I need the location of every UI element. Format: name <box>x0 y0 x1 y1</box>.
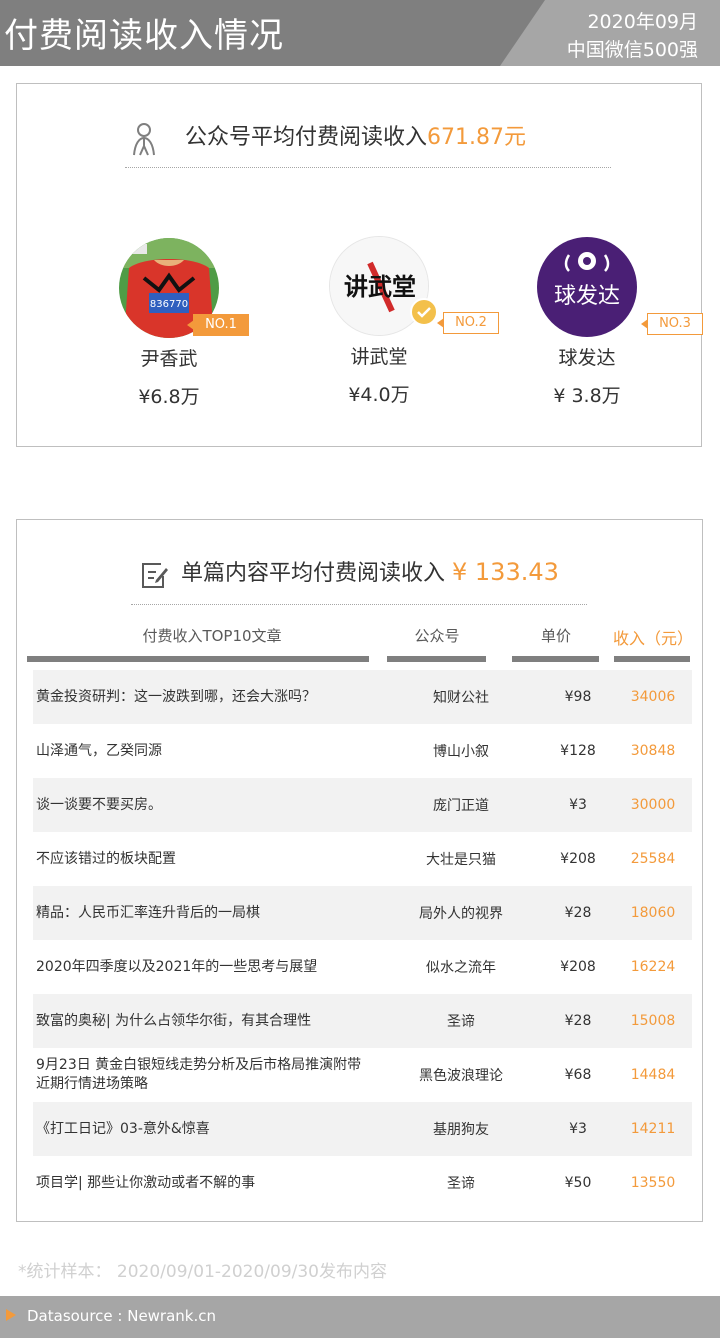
column-header-revenue: 收入（元） <box>613 629 694 648</box>
article-price: ¥50 <box>564 1175 592 1191</box>
article-ranking-heading: 单篇内容平均付费阅读收入 ¥ 133.43 <box>131 550 587 605</box>
article-price: ¥98 <box>564 689 592 705</box>
datasource-label: Datasource : Newrank.cn <box>27 1307 217 1325</box>
header-underline <box>387 656 486 662</box>
article-revenue: 30000 <box>630 797 676 813</box>
page-header: 付费阅读收入情况 2020年09月 中国微信500强 <box>0 0 720 66</box>
account-summary-heading: 公众号平均付费阅读收入671.87元 <box>125 114 611 168</box>
avatar-logo-text: 球发达 <box>554 284 620 309</box>
sample-note: *统计样本： 2020/09/01-2020/09/30发布内容 <box>18 1262 388 1282</box>
article-price: ¥28 <box>564 1013 592 1029</box>
top-account-2: 讲武堂 NO.2 讲武堂 ¥4.0万 <box>279 236 499 436</box>
header-underline <box>27 656 369 662</box>
verified-icon <box>410 298 438 326</box>
account-revenue: ¥4.0万 <box>348 384 410 406</box>
article-revenue: 15008 <box>630 1013 676 1029</box>
article-title: 2020年四季度以及2021年的一些思考与展望 <box>36 958 318 975</box>
account-summary-card: 公众号平均付费阅读收入671.87元 836770 NO.1 尹香武 ¥6.8万 <box>16 83 703 447</box>
account-revenue: ¥6.8万 <box>138 386 200 408</box>
account-name: 尹香武 <box>140 348 198 370</box>
article-ranking-card: 单篇内容平均付费阅读收入 ¥ 133.43 付费收入TOP10文章 公众号 单价… <box>16 519 703 1222</box>
article-revenue: 13550 <box>630 1175 676 1191</box>
avatar: 球发达 <box>537 237 637 337</box>
article-title: 谈一谈要不要买房。 <box>36 796 162 813</box>
table-row: 2020年四季度以及2021年的一些思考与展望 似水之流年 ¥208 16224 <box>33 940 692 994</box>
table-row: 《打工日记》03-意外&惊喜 基朋狗友 ¥3 14211 <box>33 1102 692 1156</box>
article-revenue: 14211 <box>630 1121 676 1137</box>
table-row: 不应该错过的板块配置 大壮是只猫 ¥208 25584 <box>33 832 692 886</box>
table-row: 谈一谈要不要买房。 庞门正道 ¥3 30000 <box>33 778 692 832</box>
article-title: 项目学| 那些让你激动或者不解的事 <box>36 1174 256 1191</box>
article-account: 局外人的视界 <box>419 906 503 922</box>
article-revenue: 16224 <box>630 959 676 975</box>
article-title: 不应该错过的板块配置 <box>36 850 176 867</box>
account-name: 球发达 <box>558 347 616 369</box>
bib-number: 836770 <box>150 299 188 310</box>
table-row: 山泽通气，乙癸同源 博山小叙 ¥128 30848 <box>33 724 692 778</box>
header-date: 2020年09月 <box>587 11 698 33</box>
article-avg-label: 单篇内容平均付费阅读收入 <box>181 561 446 586</box>
article-title: 黄金投资研判：这一波跌到哪，还会大涨吗？ <box>36 688 316 705</box>
account-avg-value: 671.87元 <box>427 125 526 150</box>
header-underline <box>512 656 599 662</box>
top-account-3: 球发达 NO.3 球发达 ¥ 3.8万 <box>487 237 703 437</box>
person-icon <box>133 123 155 156</box>
article-account: 圣谛 <box>447 1014 475 1030</box>
article-account: 博山小叙 <box>433 744 489 760</box>
column-header-title: 付费收入TOP10文章 <box>142 627 282 645</box>
article-account: 黑色波浪理论 <box>419 1068 503 1084</box>
header-subtitle: 中国微信500强 <box>566 39 698 61</box>
article-price: ¥208 <box>560 851 596 867</box>
article-price: ¥208 <box>560 959 596 975</box>
footer-bar: Datasource : Newrank.cn <box>0 1296 720 1338</box>
table-row: 黄金投资研判：这一波跌到哪，还会大涨吗？ 知财公社 ¥98 34006 <box>33 670 692 724</box>
account-name: 讲武堂 <box>350 346 408 368</box>
article-account: 知财公社 <box>433 690 489 706</box>
edit-icon <box>142 563 168 588</box>
article-account: 庞门正道 <box>433 798 489 814</box>
account-avg-title: 公众号平均付费阅读收入671.87元 <box>185 119 526 151</box>
column-header-price: 单价 <box>540 627 571 645</box>
article-account: 大壮是只猫 <box>426 852 496 868</box>
play-triangle-icon <box>6 1309 16 1321</box>
page-title: 付费阅读收入情况 <box>4 16 284 56</box>
article-account: 基朋狗友 <box>433 1122 489 1138</box>
account-avg-label: 公众号平均付费阅读收入 <box>185 125 428 150</box>
article-title: 《打工日记》03-意外&惊喜 <box>36 1120 210 1137</box>
table-row: 精品：人民币汇率连升背后的一局棋 局外人的视界 ¥28 18060 <box>33 886 692 940</box>
avatar-logo-text: 讲武堂 <box>344 273 416 301</box>
rank-badge: NO.3 <box>641 313 703 335</box>
table-row: 项目学| 那些让你激动或者不解的事 圣谛 ¥50 13550 <box>33 1156 692 1210</box>
article-title: 9月23日 黄金白银短线走势分析及后市格局推演附带近期行情进场策略 <box>36 1057 362 1092</box>
rank-badge: NO.1 <box>187 314 249 336</box>
header-underline <box>614 656 690 662</box>
account-revenue: ¥ 3.8万 <box>553 385 621 407</box>
table-row: 致富的奥秘| 为什么占领华尔街，有其合理性 圣谛 ¥28 15008 <box>33 994 692 1048</box>
article-title: 精品：人民币汇率连升背后的一局棋 <box>36 904 260 921</box>
article-revenue: 18060 <box>630 905 676 921</box>
table-row: 9月23日 黄金白银短线走势分析及后市格局推演附带近期行情进场策略 黑色波浪理论… <box>33 1048 692 1102</box>
article-avg-value: ¥ 133.43 <box>452 558 559 586</box>
article-title: 致富的奥秘| 为什么占领华尔街，有其合理性 <box>36 1012 312 1029</box>
article-revenue: 34006 <box>630 689 676 705</box>
article-avg-title: 单篇内容平均付费阅读收入 ¥ 133.43 <box>181 555 559 587</box>
article-revenue: 14484 <box>630 1067 676 1083</box>
top-account-1: 836770 NO.1 尹香武 ¥6.8万 <box>69 238 269 438</box>
article-title: 山泽通气，乙癸同源 <box>36 742 162 759</box>
article-price: ¥28 <box>564 905 592 921</box>
article-revenue: 30848 <box>630 743 676 759</box>
article-account: 似水之流年 <box>426 960 496 976</box>
article-price: ¥128 <box>560 743 596 759</box>
article-price: ¥3 <box>569 797 587 813</box>
article-account: 圣谛 <box>447 1176 475 1192</box>
article-price: ¥68 <box>564 1067 592 1083</box>
article-revenue: 25584 <box>630 851 676 867</box>
column-header-account: 公众号 <box>414 627 460 645</box>
article-price: ¥3 <box>569 1121 587 1137</box>
